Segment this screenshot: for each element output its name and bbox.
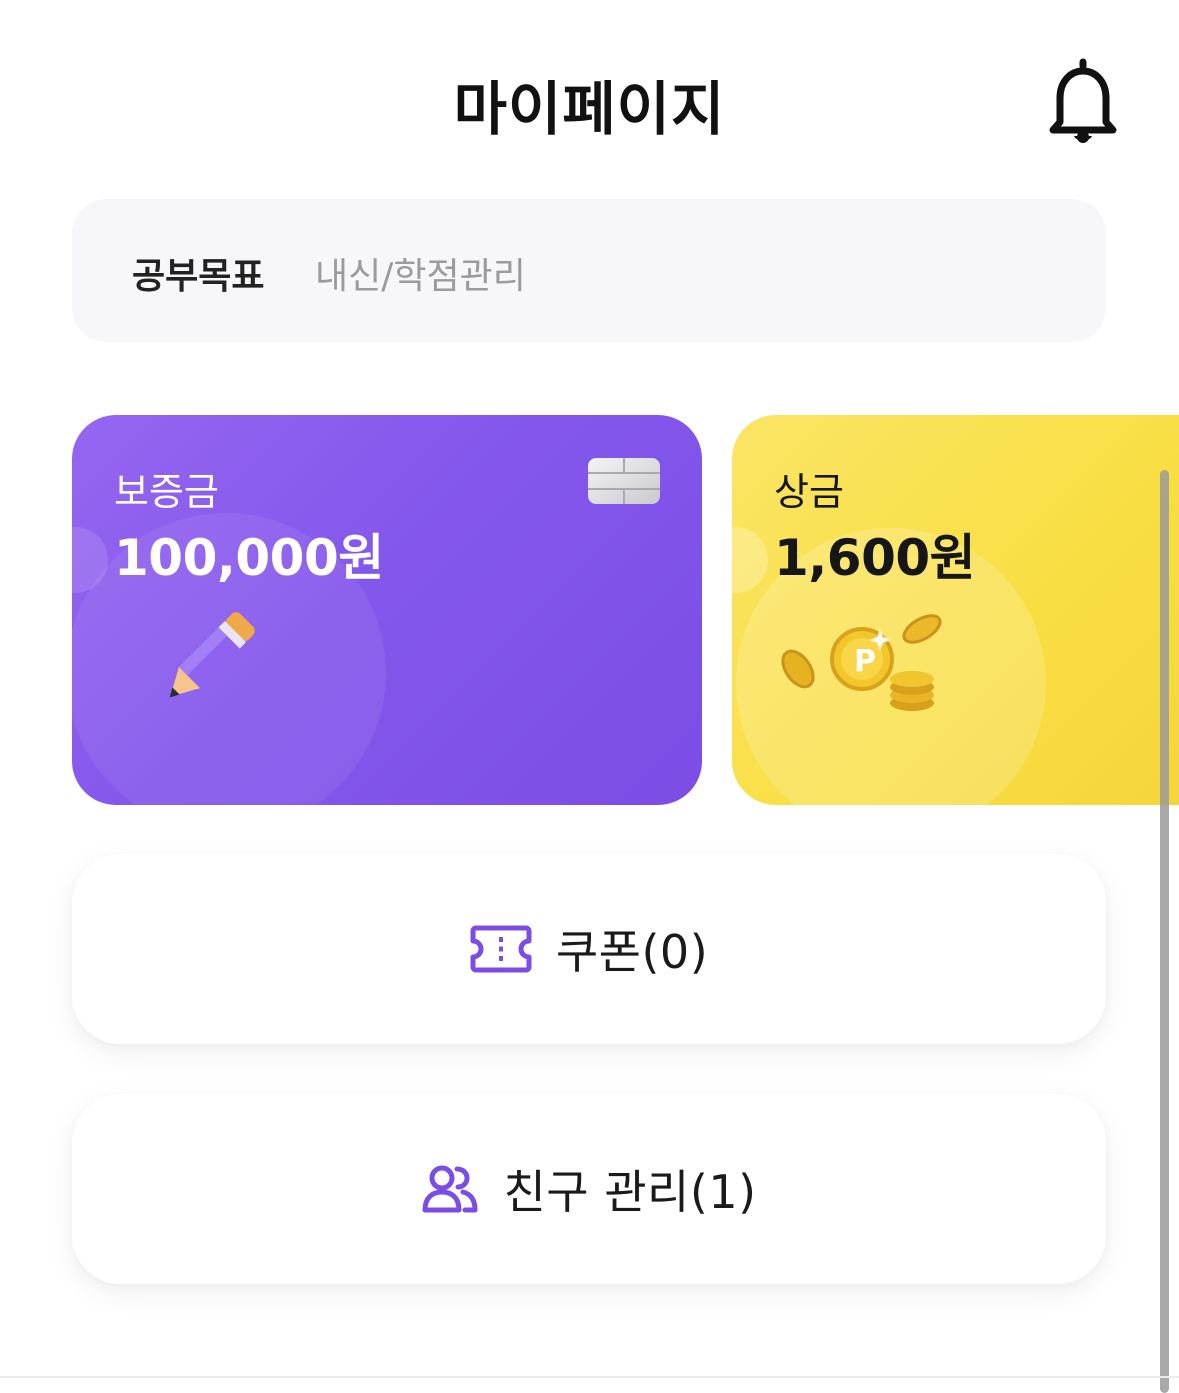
deposit-amount: 100,000원 [114,529,384,587]
prize-card[interactable]: 상금 1,600원 P [732,415,1179,805]
bell-icon[interactable] [1046,58,1120,146]
card-chip-icon [588,458,660,504]
bottom-divider [0,1376,1179,1378]
svg-text:P: P [854,644,876,679]
coupon-button[interactable]: 쿠폰(0) [72,854,1106,1044]
scrollbar[interactable] [1160,470,1169,1393]
study-goal-label: 공부목표 [132,256,265,297]
friends-manage-label: 친구 관리(1) [503,1165,757,1219]
friends-manage-button[interactable]: 친구 관리(1) [72,1094,1106,1284]
page-title: 마이페이지 [453,75,726,143]
friends-icon [422,1165,478,1213]
ticket-icon [470,925,532,973]
prize-amount: 1,600원 [774,529,976,587]
coupon-label: 쿠폰(0) [555,925,709,979]
header: 마이페이지 [0,0,1179,200]
deposit-card[interactable]: 보증금 100,000원 [72,415,702,805]
pencil-icon [150,607,260,717]
my-page-screen: 마이페이지 공부목표 내신/학점관리 보증금 100,000원 상금 1,600… [0,0,1179,1393]
study-goal-box[interactable]: 공부목표 내신/학점관리 [72,199,1106,342]
card-decoration-dot [732,527,768,593]
coins-icon: P [776,611,956,721]
prize-label: 상금 [774,470,844,514]
deposit-label: 보증금 [114,470,219,514]
study-goal-value: 내신/학점관리 [315,256,526,297]
